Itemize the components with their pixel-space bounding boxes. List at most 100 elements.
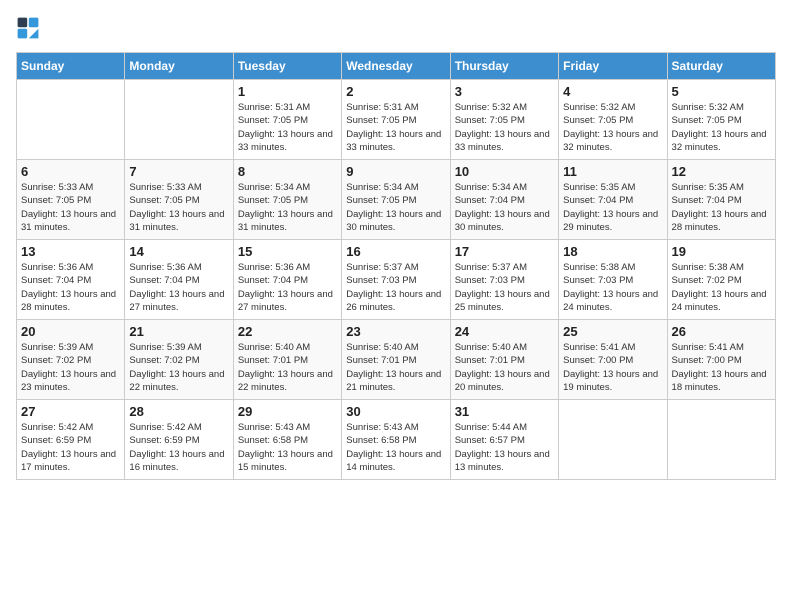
calendar-cell: 15 Sunrise: 5:36 AM Sunset: 7:04 PM Dayli…: [233, 240, 341, 320]
header-day-tuesday: Tuesday: [233, 53, 341, 80]
day-info: Sunrise: 5:40 AM Sunset: 7:01 PM Dayligh…: [238, 341, 337, 394]
day-info: Sunrise: 5:41 AM Sunset: 7:00 PM Dayligh…: [563, 341, 662, 394]
calendar-cell: 29 Sunrise: 5:43 AM Sunset: 6:58 PM Dayli…: [233, 400, 341, 480]
calendar-cell: 13 Sunrise: 5:36 AM Sunset: 7:04 PM Dayli…: [17, 240, 125, 320]
calendar-cell: 27Sunrise: 5:42 AM Sunset: 6:59 PM Dayli…: [17, 400, 125, 480]
day-info: Sunrise: 5:40 AM Sunset: 7:01 PM Dayligh…: [455, 341, 554, 394]
calendar-cell: 6 Sunrise: 5:33 AM Sunset: 7:05 PM Daylig…: [17, 160, 125, 240]
day-number: 31: [455, 404, 554, 419]
day-info: Sunrise: 5:32 AM Sunset: 7:05 PM Dayligh…: [563, 101, 662, 154]
day-info: Sunrise: 5:41 AM Sunset: 7:00 PM Dayligh…: [672, 341, 771, 394]
calendar-cell: 7Sunrise: 5:33 AM Sunset: 7:05 PM Daylig…: [125, 160, 233, 240]
day-info: Sunrise: 5:34 AM Sunset: 7:05 PM Dayligh…: [346, 181, 445, 234]
day-number: 22: [238, 324, 337, 339]
day-number: 9: [346, 164, 445, 179]
week-row-4: 20 Sunrise: 5:39 AM Sunset: 7:02 PM Dayli…: [17, 320, 776, 400]
calendar-cell: [125, 80, 233, 160]
day-info: Sunrise: 5:36 AM Sunset: 7:04 PM Dayligh…: [238, 261, 337, 314]
header-day-wednesday: Wednesday: [342, 53, 450, 80]
day-number: 14: [129, 244, 228, 259]
calendar-cell: 25 Sunrise: 5:41 AM Sunset: 7:00 PM Dayli…: [559, 320, 667, 400]
day-info: Sunrise: 5:42 AM Sunset: 6:59 PM Dayligh…: [21, 421, 120, 474]
day-number: 15: [238, 244, 337, 259]
day-number: 24: [455, 324, 554, 339]
day-info: Sunrise: 5:33 AM Sunset: 7:05 PM Dayligh…: [129, 181, 228, 234]
calendar-cell: 17Sunrise: 5:37 AM Sunset: 7:03 PM Dayli…: [450, 240, 558, 320]
calendar-cell: 1 Sunrise: 5:31 AM Sunset: 7:05 PM Daylig…: [233, 80, 341, 160]
header-day-thursday: Thursday: [450, 53, 558, 80]
header-day-sunday: Sunday: [17, 53, 125, 80]
day-info: Sunrise: 5:43 AM Sunset: 6:58 PM Dayligh…: [238, 421, 337, 474]
header-row: SundayMondayTuesdayWednesdayThursdayFrid…: [17, 53, 776, 80]
page-header: [16, 16, 776, 40]
day-number: 8: [238, 164, 337, 179]
day-number: 21: [129, 324, 228, 339]
calendar-cell: 3Sunrise: 5:32 AM Sunset: 7:05 PM Daylig…: [450, 80, 558, 160]
day-number: 20: [21, 324, 120, 339]
day-number: 10: [455, 164, 554, 179]
week-row-3: 13 Sunrise: 5:36 AM Sunset: 7:04 PM Dayli…: [17, 240, 776, 320]
day-info: Sunrise: 5:33 AM Sunset: 7:05 PM Dayligh…: [21, 181, 120, 234]
calendar-cell: 28 Sunrise: 5:42 AM Sunset: 6:59 PM Dayli…: [125, 400, 233, 480]
day-number: 4: [563, 84, 662, 99]
calendar-cell: 22 Sunrise: 5:40 AM Sunset: 7:01 PM Dayli…: [233, 320, 341, 400]
week-row-2: 6 Sunrise: 5:33 AM Sunset: 7:05 PM Daylig…: [17, 160, 776, 240]
day-info: Sunrise: 5:36 AM Sunset: 7:04 PM Dayligh…: [129, 261, 228, 314]
calendar-cell: 5Sunrise: 5:32 AM Sunset: 7:05 PM Daylig…: [667, 80, 775, 160]
day-number: 30: [346, 404, 445, 419]
calendar-cell: 12 Sunrise: 5:35 AM Sunset: 7:04 PM Dayli…: [667, 160, 775, 240]
calendar-cell: 26 Sunrise: 5:41 AM Sunset: 7:00 PM Dayli…: [667, 320, 775, 400]
day-number: 5: [672, 84, 771, 99]
day-number: 1: [238, 84, 337, 99]
day-info: Sunrise: 5:39 AM Sunset: 7:02 PM Dayligh…: [21, 341, 120, 394]
day-info: Sunrise: 5:43 AM Sunset: 6:58 PM Dayligh…: [346, 421, 445, 474]
day-number: 2: [346, 84, 445, 99]
calendar-cell: [17, 80, 125, 160]
calendar-cell: 21 Sunrise: 5:39 AM Sunset: 7:02 PM Dayli…: [125, 320, 233, 400]
logo-icon: [16, 16, 40, 40]
calendar-cell: 16Sunrise: 5:37 AM Sunset: 7:03 PM Dayli…: [342, 240, 450, 320]
calendar-cell: 24 Sunrise: 5:40 AM Sunset: 7:01 PM Dayli…: [450, 320, 558, 400]
day-info: Sunrise: 5:35 AM Sunset: 7:04 PM Dayligh…: [672, 181, 771, 234]
calendar-cell: 9 Sunrise: 5:34 AM Sunset: 7:05 PM Daylig…: [342, 160, 450, 240]
calendar-cell: 14 Sunrise: 5:36 AM Sunset: 7:04 PM Dayli…: [125, 240, 233, 320]
day-number: 12: [672, 164, 771, 179]
day-info: Sunrise: 5:34 AM Sunset: 7:05 PM Dayligh…: [238, 181, 337, 234]
day-info: Sunrise: 5:39 AM Sunset: 7:02 PM Dayligh…: [129, 341, 228, 394]
day-info: Sunrise: 5:38 AM Sunset: 7:02 PM Dayligh…: [672, 261, 771, 314]
day-number: 11: [563, 164, 662, 179]
day-number: 18: [563, 244, 662, 259]
calendar-cell: 11Sunrise: 5:35 AM Sunset: 7:04 PM Dayli…: [559, 160, 667, 240]
day-number: 28: [129, 404, 228, 419]
day-number: 3: [455, 84, 554, 99]
day-number: 13: [21, 244, 120, 259]
calendar-cell: 30 Sunrise: 5:43 AM Sunset: 6:58 PM Dayli…: [342, 400, 450, 480]
calendar-cell: 8 Sunrise: 5:34 AM Sunset: 7:05 PM Daylig…: [233, 160, 341, 240]
day-number: 25: [563, 324, 662, 339]
calendar-cell: 19 Sunrise: 5:38 AM Sunset: 7:02 PM Dayli…: [667, 240, 775, 320]
day-number: 23: [346, 324, 445, 339]
day-info: Sunrise: 5:36 AM Sunset: 7:04 PM Dayligh…: [21, 261, 120, 314]
calendar-cell: 20 Sunrise: 5:39 AM Sunset: 7:02 PM Dayli…: [17, 320, 125, 400]
logo: [16, 16, 44, 40]
day-info: Sunrise: 5:31 AM Sunset: 7:05 PM Dayligh…: [346, 101, 445, 154]
day-info: Sunrise: 5:38 AM Sunset: 7:03 PM Dayligh…: [563, 261, 662, 314]
day-number: 6: [21, 164, 120, 179]
day-info: Sunrise: 5:31 AM Sunset: 7:05 PM Dayligh…: [238, 101, 337, 154]
header-day-saturday: Saturday: [667, 53, 775, 80]
week-row-5: 27Sunrise: 5:42 AM Sunset: 6:59 PM Dayli…: [17, 400, 776, 480]
calendar-cell: 4 Sunrise: 5:32 AM Sunset: 7:05 PM Daylig…: [559, 80, 667, 160]
header-day-monday: Monday: [125, 53, 233, 80]
day-number: 29: [238, 404, 337, 419]
calendar-cell: [667, 400, 775, 480]
day-info: Sunrise: 5:42 AM Sunset: 6:59 PM Dayligh…: [129, 421, 228, 474]
day-number: 19: [672, 244, 771, 259]
calendar-cell: 2 Sunrise: 5:31 AM Sunset: 7:05 PM Daylig…: [342, 80, 450, 160]
day-info: Sunrise: 5:44 AM Sunset: 6:57 PM Dayligh…: [455, 421, 554, 474]
week-row-1: 1 Sunrise: 5:31 AM Sunset: 7:05 PM Daylig…: [17, 80, 776, 160]
calendar-cell: 10Sunrise: 5:34 AM Sunset: 7:04 PM Dayli…: [450, 160, 558, 240]
calendar-cell: 18 Sunrise: 5:38 AM Sunset: 7:03 PM Dayli…: [559, 240, 667, 320]
header-day-friday: Friday: [559, 53, 667, 80]
day-info: Sunrise: 5:37 AM Sunset: 7:03 PM Dayligh…: [346, 261, 445, 314]
day-number: 26: [672, 324, 771, 339]
